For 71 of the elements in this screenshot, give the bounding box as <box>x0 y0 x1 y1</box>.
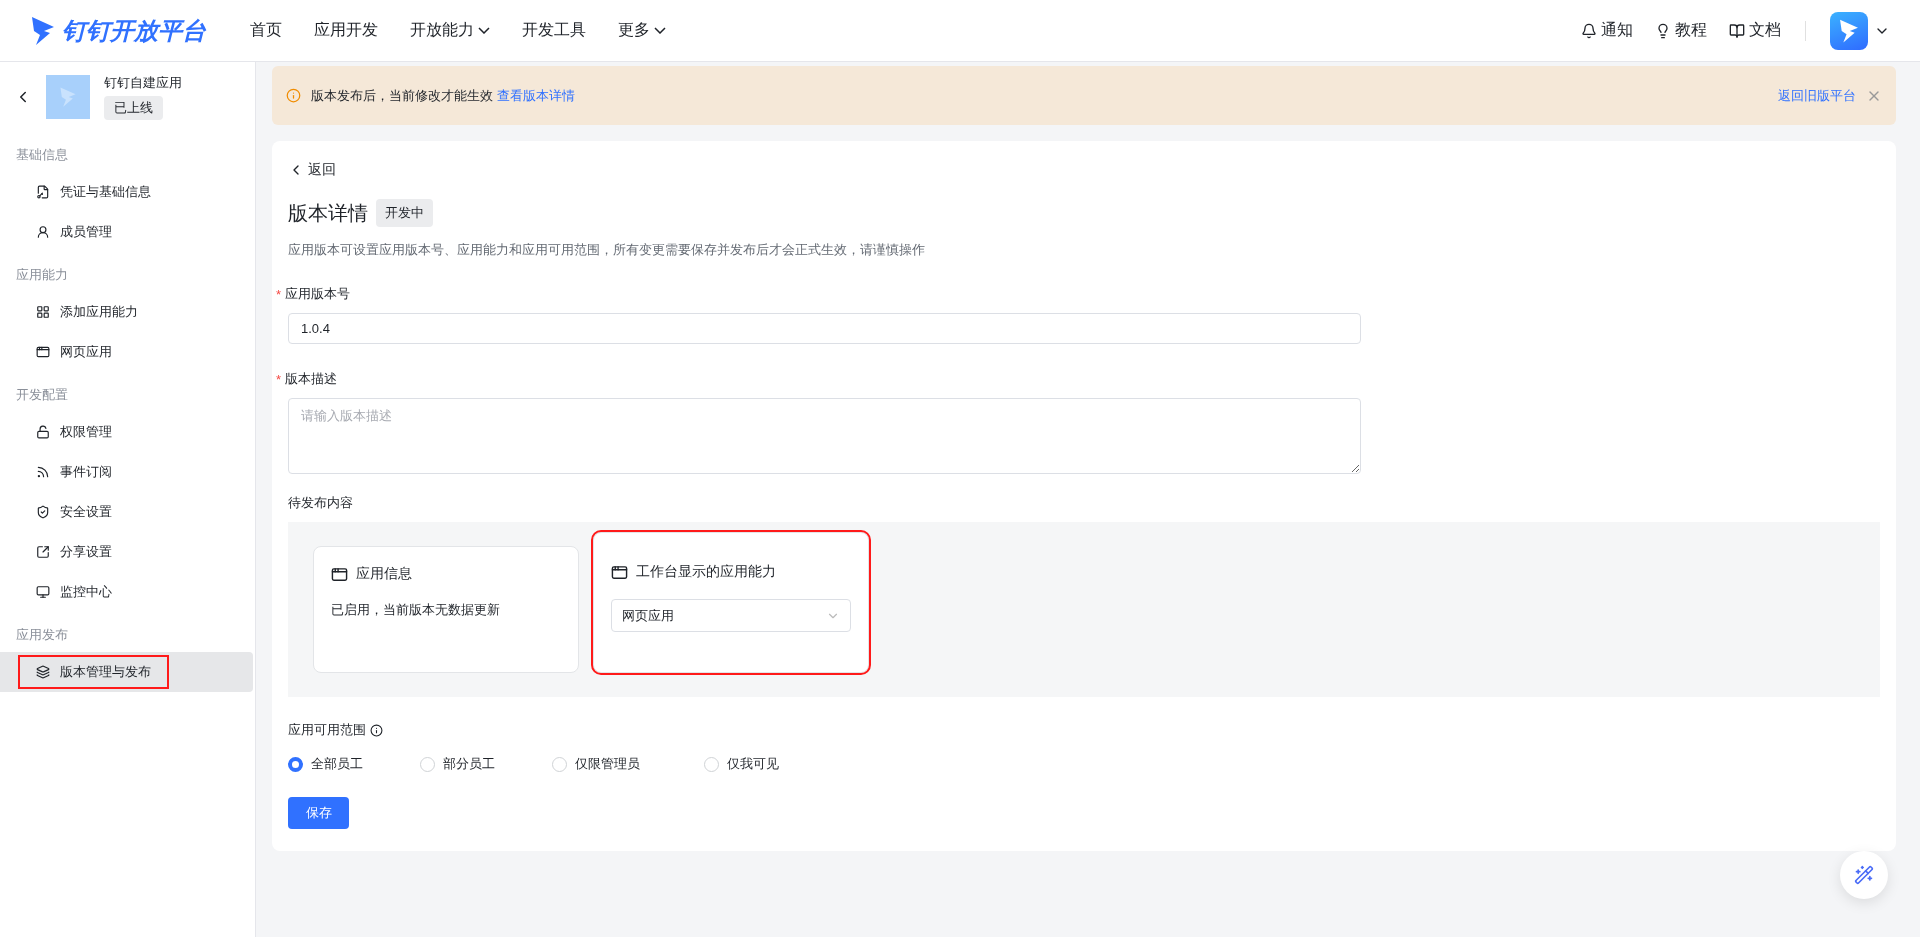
info-icon <box>370 723 383 737</box>
nav-item[interactable]: 应用开发 <box>298 20 394 41</box>
shield-icon <box>36 505 50 519</box>
nav-item[interactable]: 开放能力 <box>394 20 506 41</box>
card-text: 已启用，当前版本无数据更新 <box>331 601 501 619</box>
section-title: 开发配置 <box>15 386 69 404</box>
lightbulb-icon <box>1655 22 1671 39</box>
card-icon <box>36 185 50 199</box>
scope-radio[interactable]: 仅我可见 <box>704 755 824 773</box>
app-name: 钉钉自建应用 <box>104 74 182 92</box>
card-title: 工作台显示的应用能力 <box>636 563 776 581</box>
required-mark: * <box>276 371 282 387</box>
save-button[interactable]: 保存 <box>288 797 349 829</box>
scope-radio[interactable]: 仅限管理员 <box>552 755 704 773</box>
version-field[interactable]: 1.0.4 <box>288 313 1361 344</box>
page-title: 版本详情 <box>288 200 368 226</box>
header-link[interactable]: 文档 <box>1729 20 1781 41</box>
sidebar-item[interactable]: 成员管理 <box>0 212 253 252</box>
section-title: 应用发布 <box>15 626 69 644</box>
field-label: 应用可用范围 <box>288 721 366 739</box>
logo-text[interactable]: 钉钉开放平台 <box>62 14 206 47</box>
sidebar-item[interactable]: 网页应用 <box>0 332 253 372</box>
nav-item[interactable]: 更多 <box>602 20 682 41</box>
page-description: 应用版本可设置应用版本号、应用能力和应用可用范围，所有变更需要保存并发布后才会正式生效，请谨慎操作 <box>288 241 926 259</box>
info-icon <box>286 88 301 103</box>
sidebar-item[interactable]: 权限管理 <box>0 412 253 452</box>
section-title: 应用能力 <box>15 266 69 284</box>
header-link[interactable]: 通知 <box>1581 20 1633 41</box>
field-label: 待发布内容 <box>288 494 353 512</box>
book-icon <box>1729 22 1745 39</box>
card-title: 应用信息 <box>356 565 412 583</box>
sidebar-item[interactable]: 凭证与基础信息 <box>0 172 253 212</box>
scope-radio[interactable]: 全部员工 <box>288 755 420 773</box>
sidebar-item[interactable]: 安全设置 <box>0 492 253 532</box>
window-icon <box>36 345 50 359</box>
sidebar-item[interactable]: 添加应用能力 <box>0 292 253 332</box>
avatar-icon[interactable] <box>1830 11 1868 50</box>
monitor-icon <box>36 585 50 599</box>
layers-icon <box>36 665 50 679</box>
old-platform-link[interactable]: 返回旧版平台 <box>1778 86 1856 105</box>
notice-text: 版本发布后，当前修改才能生效 查看版本详情 <box>311 86 575 105</box>
field-label: 应用版本号 <box>285 285 351 303</box>
status-badge: 已上线 <box>104 96 163 120</box>
logo-icon <box>30 14 56 47</box>
back-link[interactable]: 返回 <box>288 161 1880 179</box>
app-icon <box>46 75 90 119</box>
sidebar-item[interactable]: 分享设置 <box>0 532 253 572</box>
lock-icon <box>36 425 50 439</box>
wand-icon <box>1854 865 1874 885</box>
status-badge: 开发中 <box>376 199 433 227</box>
share-icon <box>36 545 50 559</box>
details-link[interactable]: 查看版本详情 <box>496 87 575 103</box>
assistant-button[interactable] <box>1840 851 1888 899</box>
user-icon <box>36 225 50 239</box>
capability-select[interactable]: 网页应用 <box>611 599 851 632</box>
field-label: 版本描述 <box>285 370 338 388</box>
required-mark: * <box>276 286 282 302</box>
section-title: 基础信息 <box>15 146 69 164</box>
grid-icon <box>36 305 50 319</box>
window-icon <box>331 565 348 583</box>
scope-radio[interactable]: 部分员工 <box>420 755 552 773</box>
sidebar-item[interactable]: 版本管理与发布 <box>0 652 253 692</box>
description-field[interactable]: 请输入版本描述 <box>288 398 1361 474</box>
feed-icon <box>36 465 50 479</box>
nav-item[interactable]: 首页 <box>234 20 298 41</box>
sidebar-item[interactable]: 监控中心 <box>0 572 253 612</box>
sidebar-item[interactable]: 事件订阅 <box>0 452 253 492</box>
header-link[interactable]: 教程 <box>1655 20 1707 41</box>
window-icon <box>611 563 628 581</box>
bell-icon <box>1581 22 1597 39</box>
nav-item[interactable]: 开发工具 <box>506 20 602 41</box>
